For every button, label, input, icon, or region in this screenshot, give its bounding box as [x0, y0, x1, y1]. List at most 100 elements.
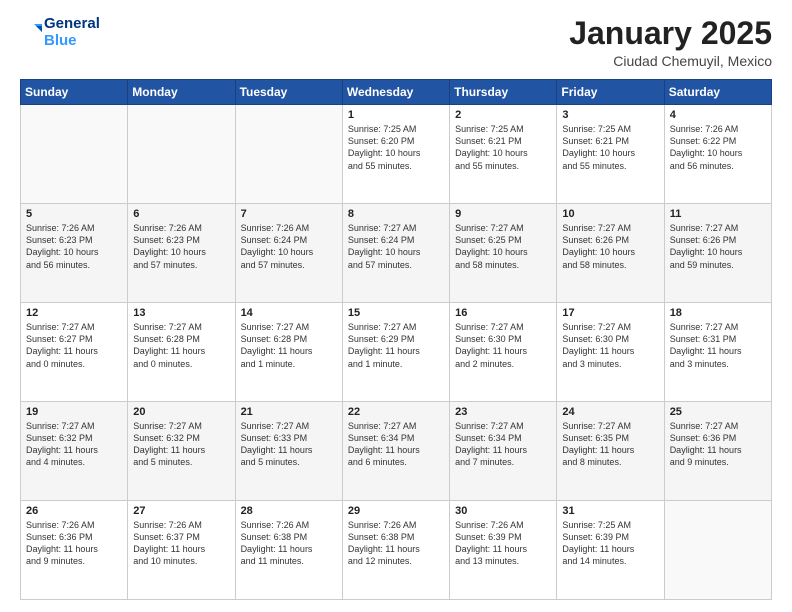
day-number: 13	[133, 307, 229, 319]
col-tuesday: Tuesday	[235, 80, 342, 105]
day-number: 24	[562, 406, 658, 418]
col-saturday: Saturday	[664, 80, 771, 105]
day-number: 12	[26, 307, 122, 319]
day-number: 21	[241, 406, 337, 418]
day-info: Sunrise: 7:27 AM Sunset: 6:25 PM Dayligh…	[455, 222, 551, 271]
day-number: 15	[348, 307, 444, 319]
header: General Blue January 2025 Ciudad Chemuyi…	[20, 16, 772, 69]
day-info: Sunrise: 7:27 AM Sunset: 6:28 PM Dayligh…	[133, 321, 229, 370]
day-info: Sunrise: 7:26 AM Sunset: 6:22 PM Dayligh…	[670, 123, 766, 172]
calendar-cell	[21, 105, 128, 204]
calendar-cell: 8 Sunrise: 7:27 AM Sunset: 6:24 PM Daylig…	[342, 204, 449, 303]
logo-general: General	[44, 16, 100, 33]
logo: General Blue	[20, 16, 100, 49]
day-number: 5	[26, 208, 122, 220]
logo-blue: Blue	[44, 33, 100, 50]
calendar-cell: 26 Sunrise: 7:26 AM Sunset: 6:36 PM Dayli…	[21, 501, 128, 600]
day-info: Sunrise: 7:25 AM Sunset: 6:20 PM Dayligh…	[348, 123, 444, 172]
calendar-cell: 30 Sunrise: 7:26 AM Sunset: 6:39 PM Dayli…	[450, 501, 557, 600]
page: General Blue January 2025 Ciudad Chemuyi…	[0, 0, 792, 612]
col-monday: Monday	[128, 80, 235, 105]
calendar-week-3: 19 Sunrise: 7:27 AM Sunset: 6:32 PM Dayli…	[21, 402, 772, 501]
calendar-cell: 10 Sunrise: 7:27 AM Sunset: 6:26 PM Dayli…	[557, 204, 664, 303]
calendar-cell: 4 Sunrise: 7:26 AM Sunset: 6:22 PM Daylig…	[664, 105, 771, 204]
calendar-table: Sunday Monday Tuesday Wednesday Thursday…	[20, 79, 772, 600]
day-info: Sunrise: 7:26 AM Sunset: 6:38 PM Dayligh…	[348, 519, 444, 568]
day-info: Sunrise: 7:27 AM Sunset: 6:27 PM Dayligh…	[26, 321, 122, 370]
day-number: 6	[133, 208, 229, 220]
day-info: Sunrise: 7:27 AM Sunset: 6:26 PM Dayligh…	[562, 222, 658, 271]
day-info: Sunrise: 7:26 AM Sunset: 6:23 PM Dayligh…	[26, 222, 122, 271]
calendar-cell: 27Sunrise: 7:26 AM Sunset: 6:37 PM Dayli…	[128, 501, 235, 600]
day-number: 14	[241, 307, 337, 319]
day-number: 8	[348, 208, 444, 220]
calendar-cell: 28 Sunrise: 7:26 AM Sunset: 6:38 PM Dayli…	[235, 501, 342, 600]
day-info: Sunrise: 7:25 AM Sunset: 6:39 PM Dayligh…	[562, 519, 658, 568]
calendar-cell: 21 Sunrise: 7:27 AM Sunset: 6:33 PM Dayli…	[235, 402, 342, 501]
day-number: 1	[348, 109, 444, 121]
calendar-cell: 20 Sunrise: 7:27 AM Sunset: 6:32 PM Dayli…	[128, 402, 235, 501]
calendar-week-1: 5 Sunrise: 7:26 AM Sunset: 6:23 PM Daylig…	[21, 204, 772, 303]
day-info: Sunrise: 7:27 AM Sunset: 6:29 PM Dayligh…	[348, 321, 444, 370]
day-number: 23	[455, 406, 551, 418]
day-number: 31	[562, 505, 658, 517]
title-block: January 2025 Ciudad Chemuyil, Mexico	[569, 16, 772, 69]
day-info: Sunrise: 7:27 AM Sunset: 6:28 PM Dayligh…	[241, 321, 337, 370]
calendar-cell: 9Sunrise: 7:27 AM Sunset: 6:25 PM Daylig…	[450, 204, 557, 303]
month-title: January 2025	[569, 16, 772, 51]
calendar-cell: 7 Sunrise: 7:26 AM Sunset: 6:24 PM Daylig…	[235, 204, 342, 303]
calendar-week-4: 26 Sunrise: 7:26 AM Sunset: 6:36 PM Dayli…	[21, 501, 772, 600]
day-number: 30	[455, 505, 551, 517]
day-info: Sunrise: 7:27 AM Sunset: 6:34 PM Dayligh…	[348, 420, 444, 469]
calendar-header-row: Sunday Monday Tuesday Wednesday Thursday…	[21, 80, 772, 105]
day-number: 29	[348, 505, 444, 517]
day-info: Sunrise: 7:27 AM Sunset: 6:31 PM Dayligh…	[670, 321, 766, 370]
day-number: 25	[670, 406, 766, 418]
day-number: 20	[133, 406, 229, 418]
col-wednesday: Wednesday	[342, 80, 449, 105]
day-number: 19	[26, 406, 122, 418]
day-info: Sunrise: 7:26 AM Sunset: 6:37 PM Dayligh…	[133, 519, 229, 568]
day-info: Sunrise: 7:26 AM Sunset: 6:24 PM Dayligh…	[241, 222, 337, 271]
day-info: Sunrise: 7:27 AM Sunset: 6:32 PM Dayligh…	[133, 420, 229, 469]
day-number: 4	[670, 109, 766, 121]
day-number: 11	[670, 208, 766, 220]
day-info: Sunrise: 7:26 AM Sunset: 6:39 PM Dayligh…	[455, 519, 551, 568]
calendar-week-0: 1 Sunrise: 7:25 AM Sunset: 6:20 PM Daylig…	[21, 105, 772, 204]
calendar-cell: 29 Sunrise: 7:26 AM Sunset: 6:38 PM Dayli…	[342, 501, 449, 600]
calendar-cell: 6 Sunrise: 7:26 AM Sunset: 6:23 PM Daylig…	[128, 204, 235, 303]
day-info: Sunrise: 7:27 AM Sunset: 6:30 PM Dayligh…	[455, 321, 551, 370]
day-info: Sunrise: 7:27 AM Sunset: 6:24 PM Dayligh…	[348, 222, 444, 271]
day-info: Sunrise: 7:27 AM Sunset: 6:34 PM Dayligh…	[455, 420, 551, 469]
day-info: Sunrise: 7:26 AM Sunset: 6:38 PM Dayligh…	[241, 519, 337, 568]
calendar-cell: 19 Sunrise: 7:27 AM Sunset: 6:32 PM Dayli…	[21, 402, 128, 501]
calendar-week-2: 12 Sunrise: 7:27 AM Sunset: 6:27 PM Dayli…	[21, 303, 772, 402]
day-number: 26	[26, 505, 122, 517]
col-friday: Friday	[557, 80, 664, 105]
calendar-cell: 14 Sunrise: 7:27 AM Sunset: 6:28 PM Dayli…	[235, 303, 342, 402]
day-info: Sunrise: 7:26 AM Sunset: 6:36 PM Dayligh…	[26, 519, 122, 568]
calendar-cell	[664, 501, 771, 600]
calendar-cell: 13 Sunrise: 7:27 AM Sunset: 6:28 PM Dayli…	[128, 303, 235, 402]
logo-icon	[20, 22, 42, 44]
calendar-cell: 16Sunrise: 7:27 AM Sunset: 6:30 PM Dayli…	[450, 303, 557, 402]
day-info: Sunrise: 7:25 AM Sunset: 6:21 PM Dayligh…	[455, 123, 551, 172]
day-info: Sunrise: 7:27 AM Sunset: 6:32 PM Dayligh…	[26, 420, 122, 469]
day-number: 18	[670, 307, 766, 319]
calendar-cell: 2 Sunrise: 7:25 AM Sunset: 6:21 PM Daylig…	[450, 105, 557, 204]
day-number: 28	[241, 505, 337, 517]
col-sunday: Sunday	[21, 80, 128, 105]
day-number: 7	[241, 208, 337, 220]
calendar-cell: 3Sunrise: 7:25 AM Sunset: 6:21 PM Daylig…	[557, 105, 664, 204]
calendar-cell	[128, 105, 235, 204]
calendar-cell: 5 Sunrise: 7:26 AM Sunset: 6:23 PM Daylig…	[21, 204, 128, 303]
day-info: Sunrise: 7:25 AM Sunset: 6:21 PM Dayligh…	[562, 123, 658, 172]
col-thursday: Thursday	[450, 80, 557, 105]
calendar-cell: 12 Sunrise: 7:27 AM Sunset: 6:27 PM Dayli…	[21, 303, 128, 402]
day-info: Sunrise: 7:27 AM Sunset: 6:33 PM Dayligh…	[241, 420, 337, 469]
day-info: Sunrise: 7:26 AM Sunset: 6:23 PM Dayligh…	[133, 222, 229, 271]
day-number: 10	[562, 208, 658, 220]
calendar-cell	[235, 105, 342, 204]
location-subtitle: Ciudad Chemuyil, Mexico	[569, 53, 772, 69]
day-number: 2	[455, 109, 551, 121]
